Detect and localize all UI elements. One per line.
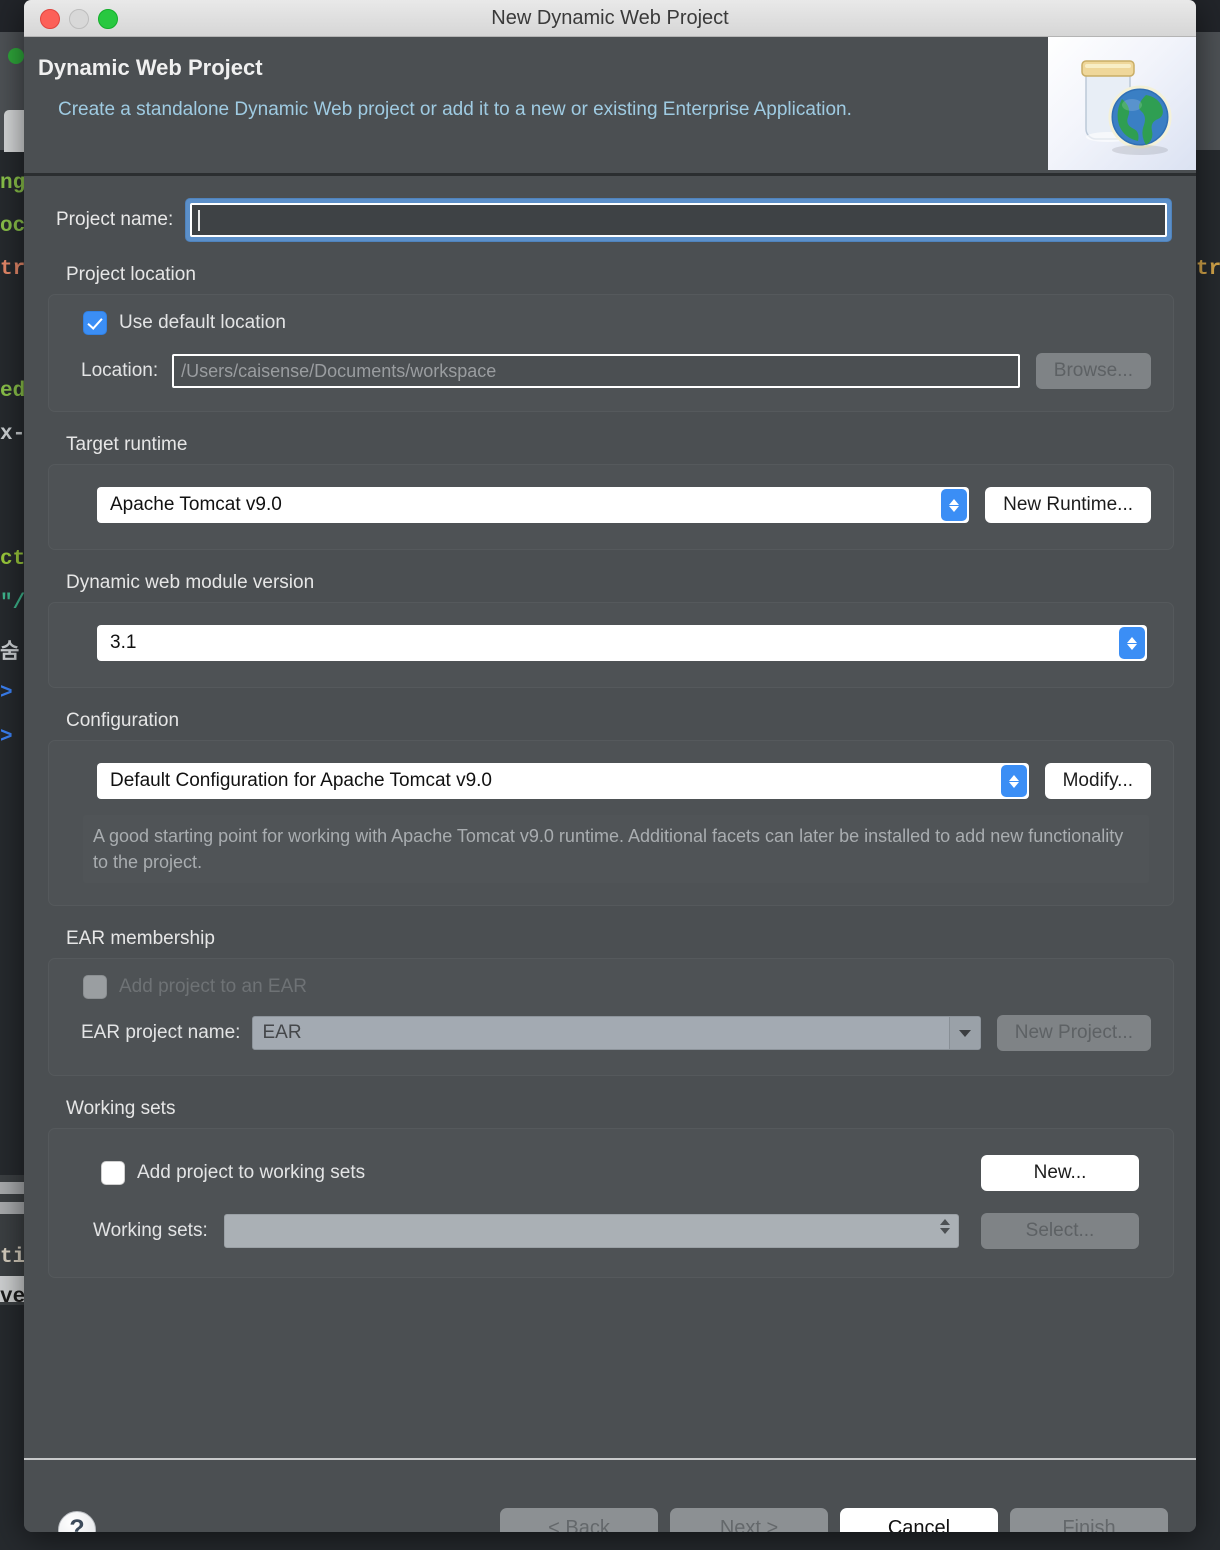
chevron-updown-icon[interactable] bbox=[1000, 765, 1027, 797]
chevron-updown-icon[interactable] bbox=[941, 489, 968, 521]
ear-membership-group-label: EAR membership bbox=[66, 928, 215, 950]
project-name-input[interactable] bbox=[190, 203, 1167, 237]
chevron-updown-icon[interactable] bbox=[1119, 627, 1145, 659]
location-row: Location: /Users/caisense/Documents/work… bbox=[49, 335, 1173, 411]
working-sets-group-label: Working sets bbox=[66, 1098, 176, 1120]
chevron-updown-icon[interactable] bbox=[940, 1219, 950, 1235]
project-name-row: Project name: bbox=[24, 176, 1196, 242]
target-runtime-select[interactable]: Apache Tomcat v9.0 bbox=[97, 487, 970, 523]
ear-project-name-value: EAR bbox=[262, 1022, 302, 1044]
help-button[interactable]: ? bbox=[58, 1511, 96, 1532]
configuration-select[interactable]: Default Configuration for Apache Tomcat … bbox=[97, 763, 1029, 799]
target-runtime-group: Apache Tomcat v9.0 New Runtime... bbox=[48, 464, 1174, 550]
wizard-body: Project name: Project location Use defau… bbox=[24, 176, 1196, 1458]
use-default-location-row[interactable]: Use default location bbox=[49, 295, 1173, 335]
location-input[interactable]: /Users/caisense/Documents/workspace bbox=[172, 354, 1020, 388]
cancel-button[interactable]: Cancel bbox=[840, 1508, 998, 1532]
use-default-location-label: Use default location bbox=[119, 312, 286, 333]
back-button[interactable]: < Back bbox=[500, 1508, 658, 1532]
backdrop-right-strip bbox=[1196, 160, 1220, 1310]
project-location-group-label: Project location bbox=[66, 264, 196, 285]
add-project-to-working-sets-row[interactable]: Add project to working sets New... bbox=[59, 1135, 1163, 1192]
browse-button[interactable]: Browse... bbox=[1035, 353, 1151, 389]
add-project-to-ear-label: Add project to an EAR bbox=[119, 976, 307, 998]
new-project-button[interactable]: New Project... bbox=[996, 1015, 1151, 1052]
backdrop-panel-tabrow bbox=[0, 1182, 24, 1194]
location-label: Location: bbox=[81, 360, 159, 381]
web-module-version-value: 3.1 bbox=[110, 632, 137, 653]
backdrop-status-dot-icon bbox=[8, 48, 24, 64]
window-title: New Dynamic Web Project bbox=[491, 7, 729, 29]
working-sets-inner: Add project to working sets New... Worki… bbox=[49, 1129, 1173, 1277]
wizard-navigation-buttons: < Back Next > Cancel Finish bbox=[500, 1508, 1168, 1532]
select-working-sets-button[interactable]: Select... bbox=[981, 1213, 1139, 1250]
configuration-row: Default Configuration for Apache Tomcat … bbox=[49, 741, 1173, 815]
backdrop-code-fragment: tr bbox=[1196, 258, 1220, 281]
ear-project-name-combobox[interactable]: EAR bbox=[252, 1016, 981, 1051]
add-project-to-ear-row: Add project to an EAR bbox=[49, 959, 1173, 1000]
chevron-down-icon[interactable] bbox=[948, 1017, 980, 1050]
new-dynamic-web-project-dialog: New Dynamic Web Project Dynamic Web Proj… bbox=[24, 0, 1196, 1532]
project-name-label: Project name: bbox=[56, 209, 174, 230]
project-name-focus-ring bbox=[185, 198, 1172, 242]
working-sets-combobox[interactable] bbox=[223, 1214, 959, 1249]
use-default-location-checkbox[interactable] bbox=[83, 311, 107, 335]
configuration-description: A good starting point for working with A… bbox=[83, 815, 1149, 884]
new-working-set-button[interactable]: New... bbox=[981, 1155, 1139, 1192]
web-module-version-row: 3.1 bbox=[49, 603, 1173, 687]
ear-project-name-label: EAR project name: bbox=[81, 1022, 241, 1044]
add-project-to-working-sets-label: Add project to working sets bbox=[137, 1162, 366, 1184]
project-location-group: Use default location Location: /Users/ca… bbox=[48, 294, 1174, 412]
configuration-value: Default Configuration for Apache Tomcat … bbox=[110, 770, 492, 791]
add-project-to-working-sets-checkbox[interactable] bbox=[101, 1161, 125, 1186]
next-button[interactable]: Next > bbox=[670, 1508, 828, 1532]
page-title: Dynamic Web Project bbox=[38, 55, 263, 80]
jar-globe-icon bbox=[1048, 37, 1196, 170]
configuration-group: Default Configuration for Apache Tomcat … bbox=[48, 740, 1174, 907]
finish-button[interactable]: Finish bbox=[1010, 1508, 1168, 1532]
web-module-version-group-label: Dynamic web module version bbox=[66, 572, 315, 593]
modify-button[interactable]: Modify... bbox=[1044, 763, 1151, 799]
target-runtime-value: Apache Tomcat v9.0 bbox=[110, 494, 282, 515]
working-sets-row: Working sets: Select... bbox=[59, 1191, 1163, 1275]
web-module-version-group: 3.1 bbox=[48, 602, 1174, 688]
backdrop-panel-tabrow bbox=[0, 1202, 24, 1214]
add-project-to-ear-checkbox[interactable] bbox=[83, 975, 107, 1000]
new-runtime-button[interactable]: New Runtime... bbox=[985, 487, 1151, 523]
web-module-version-select[interactable]: 3.1 bbox=[97, 625, 1147, 661]
wizard-footer: ? < Back Next > Cancel Finish bbox=[24, 1458, 1196, 1532]
ear-project-name-row: EAR project name: EAR New Project... bbox=[49, 999, 1173, 1075]
target-runtime-group-label: Target runtime bbox=[66, 434, 188, 455]
configuration-group-label: Configuration bbox=[66, 710, 180, 731]
wizard-header: Dynamic Web Project Create a standalone … bbox=[24, 37, 1196, 176]
working-sets-label: Working sets: bbox=[93, 1220, 208, 1242]
window-titlebar: New Dynamic Web Project bbox=[24, 0, 1196, 37]
target-runtime-row: Apache Tomcat v9.0 New Runtime... bbox=[49, 465, 1173, 549]
page-subtitle: Create a standalone Dynamic Web project … bbox=[58, 99, 852, 120]
ear-membership-group: Add project to an EAR EAR project name: … bbox=[48, 958, 1174, 1077]
working-sets-group: Add project to working sets New... Worki… bbox=[48, 1128, 1174, 1279]
text-caret bbox=[198, 210, 201, 231]
